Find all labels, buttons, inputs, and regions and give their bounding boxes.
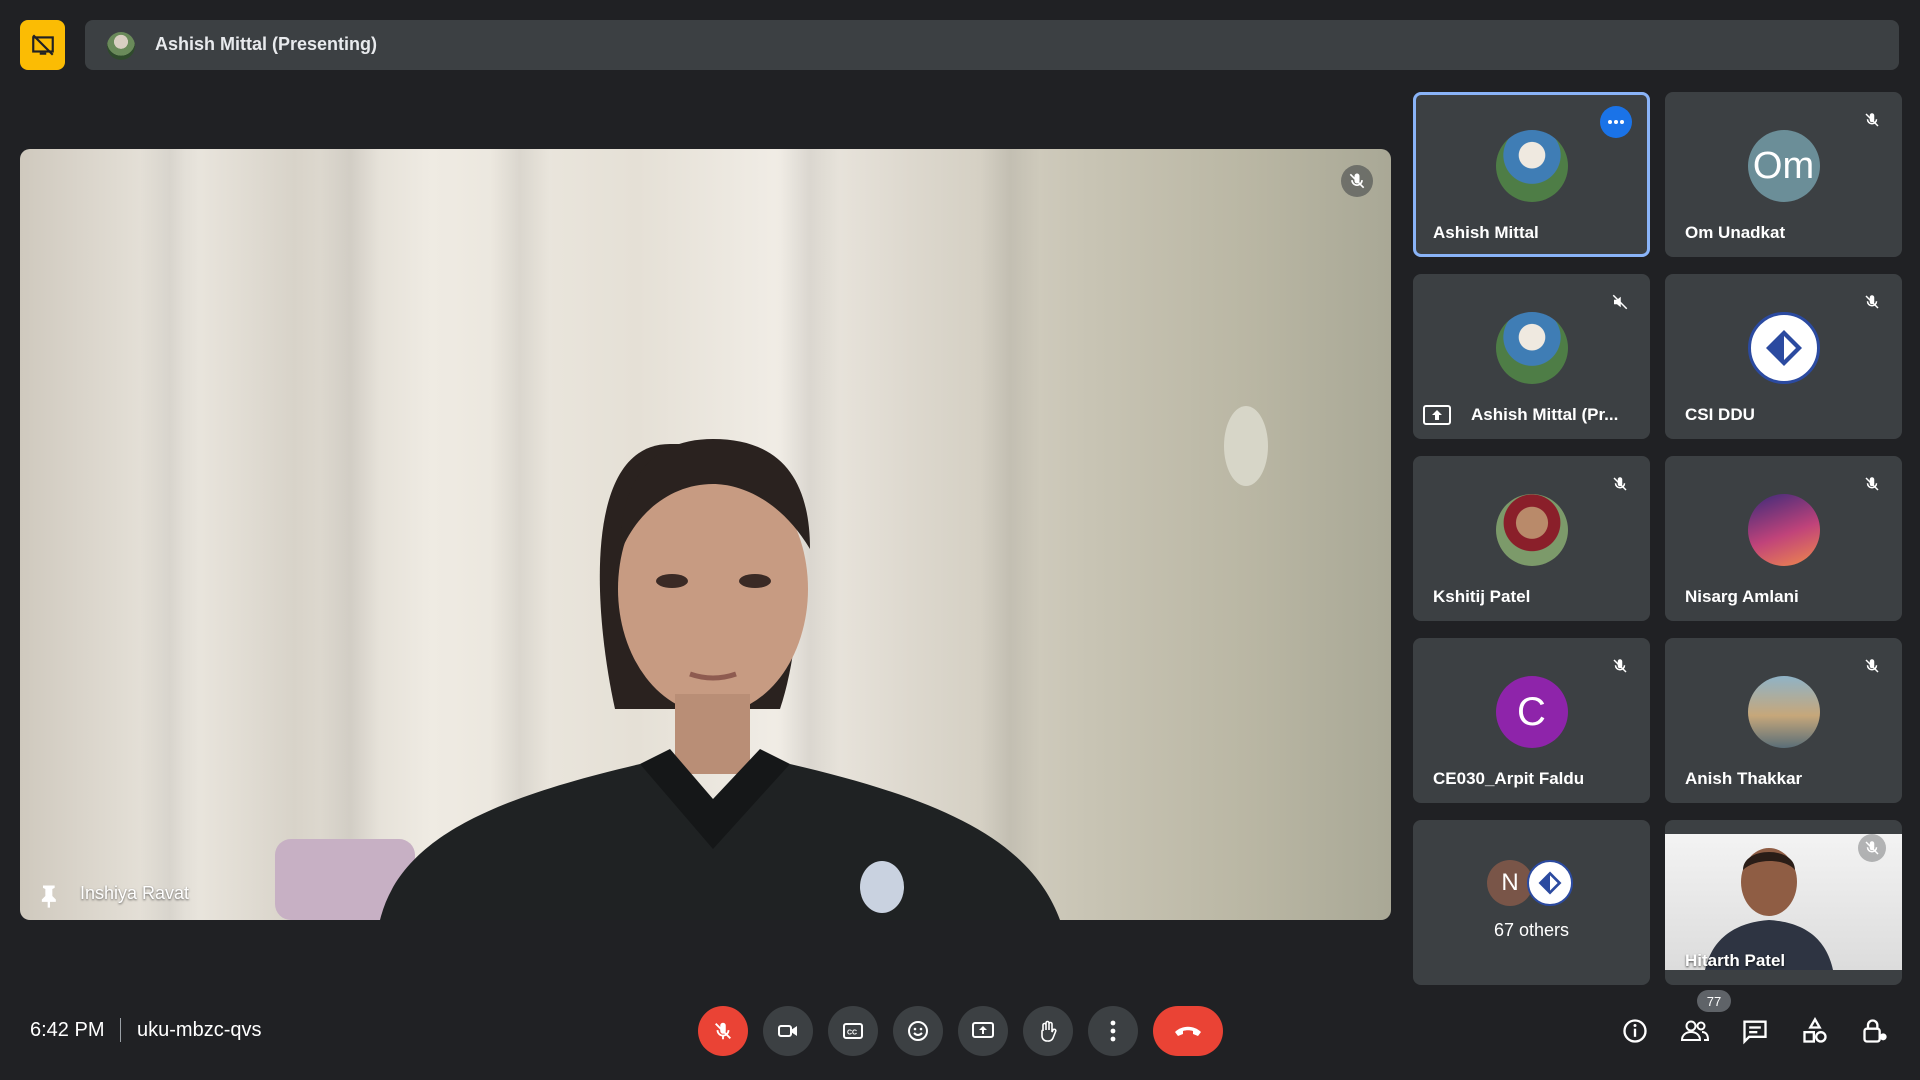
host-controls-button[interactable] [1857, 1013, 1893, 1049]
microphone-button[interactable] [698, 1006, 748, 1056]
svg-text:CC: CC [847, 1030, 857, 1037]
main-video-tile[interactable]: Inshiya Ravat [20, 149, 1391, 920]
stop-presenting-icon [31, 34, 54, 56]
present-screen-icon [1423, 405, 1451, 427]
shapes-icon [1803, 1017, 1827, 1043]
meeting-details-button[interactable] [1617, 1013, 1653, 1049]
avatar [107, 32, 135, 60]
participant-tile[interactable]: Anish Thakkar [1665, 638, 1902, 803]
muted-mic-icon [1858, 652, 1886, 680]
people-button[interactable] [1677, 1013, 1713, 1049]
meeting-code: uku-mbzc-qvs [137, 1019, 262, 1041]
end-call-button[interactable] [1153, 1006, 1223, 1056]
muted-mic-icon [1858, 470, 1886, 498]
more-options-button[interactable] [1600, 106, 1632, 138]
more-vert-icon [1110, 1020, 1116, 1042]
reactions-button[interactable] [893, 1006, 943, 1056]
avatar [1527, 860, 1573, 906]
stop-presenting-button[interactable] [20, 20, 65, 70]
participant-name: Ashish Mittal (Pr... [1471, 405, 1619, 424]
phone-hangup-icon [1175, 1026, 1201, 1036]
avatar [1747, 676, 1820, 748]
participant-name: Om Unadkat [1685, 223, 1786, 242]
participant-tile[interactable]: C CE030_Arpit Faldu [1413, 638, 1650, 803]
divider [120, 1018, 121, 1042]
captions-icon: CC [843, 1023, 863, 1039]
avatar [1747, 494, 1820, 566]
activities-button[interactable] [1797, 1013, 1833, 1049]
captions-button[interactable]: CC [828, 1006, 878, 1056]
hand-icon [1041, 1020, 1057, 1042]
people-icon [1680, 1020, 1710, 1041]
participant-tile[interactable]: Hitarth Patel [1665, 820, 1902, 985]
chat-button[interactable] [1737, 1013, 1773, 1049]
participant-name: Anish Thakkar [1685, 769, 1803, 788]
main-participant-name: Inshiya Ravat [80, 883, 190, 903]
avatar [1495, 312, 1568, 384]
participant-name: Nisarg Amlani [1685, 587, 1799, 606]
participant-tile[interactable]: Ashish Mittal [1413, 92, 1650, 257]
muted-mic-icon [1858, 288, 1886, 316]
participant-tile[interactable]: Kshitij Patel [1413, 456, 1650, 621]
present-now-button[interactable] [958, 1006, 1008, 1056]
muted-mic-icon [1341, 165, 1373, 197]
presenting-banner: Ashish Mittal (Presenting) [85, 20, 1899, 70]
participant-tile[interactable]: CSI DDU [1665, 274, 1902, 439]
participant-tile[interactable]: Nisarg Amlani [1665, 456, 1902, 621]
presenting-label: Ashish Mittal (Presenting) [155, 34, 378, 54]
pin-icon[interactable] [36, 882, 64, 910]
present-screen-icon [972, 1022, 994, 1038]
participant-name: CSI DDU [1685, 405, 1755, 424]
emoji-icon [908, 1021, 928, 1041]
avatar: C [1495, 676, 1568, 748]
participant-name: CE030_Arpit Faldu [1433, 769, 1585, 788]
camera-icon [778, 1025, 797, 1037]
camera-button[interactable] [763, 1006, 813, 1056]
lock-person-icon [1863, 1019, 1887, 1043]
others-tile[interactable]: N 67 others [1413, 820, 1650, 985]
avatar: Om [1747, 130, 1820, 202]
avatar [1495, 494, 1568, 566]
info-icon [1623, 1019, 1647, 1043]
bottom-toolbar: 6:42 PM uku-mbzc-qvs CC 77 [0, 990, 1920, 1060]
muted-mic-icon [1858, 106, 1886, 134]
participant-name: Kshitij Patel [1433, 587, 1531, 606]
participant-tile[interactable]: Ashish Mittal (Pr... [1413, 274, 1650, 439]
speaker-muted-icon [1606, 288, 1634, 316]
chat-icon [1743, 1020, 1767, 1045]
current-time: 6:42 PM [30, 1019, 105, 1041]
avatar [1495, 130, 1568, 202]
participant-count-badge: 77 [1697, 990, 1731, 1012]
muted-mic-icon [1858, 834, 1886, 862]
participant-video [275, 406, 1268, 920]
participant-name: Ashish Mittal [1433, 223, 1539, 242]
others-count-label: 67 others [1493, 920, 1570, 940]
muted-mic-icon [1606, 470, 1634, 498]
mic-off-icon [715, 1022, 731, 1040]
muted-mic-icon [1606, 652, 1634, 680]
participant-name: Hitarth Patel [1685, 951, 1786, 970]
avatar [1747, 312, 1820, 384]
participant-tile[interactable]: Om Om Unadkat [1665, 92, 1902, 257]
raise-hand-button[interactable] [1023, 1006, 1073, 1056]
more-options-button[interactable] [1088, 1006, 1138, 1056]
